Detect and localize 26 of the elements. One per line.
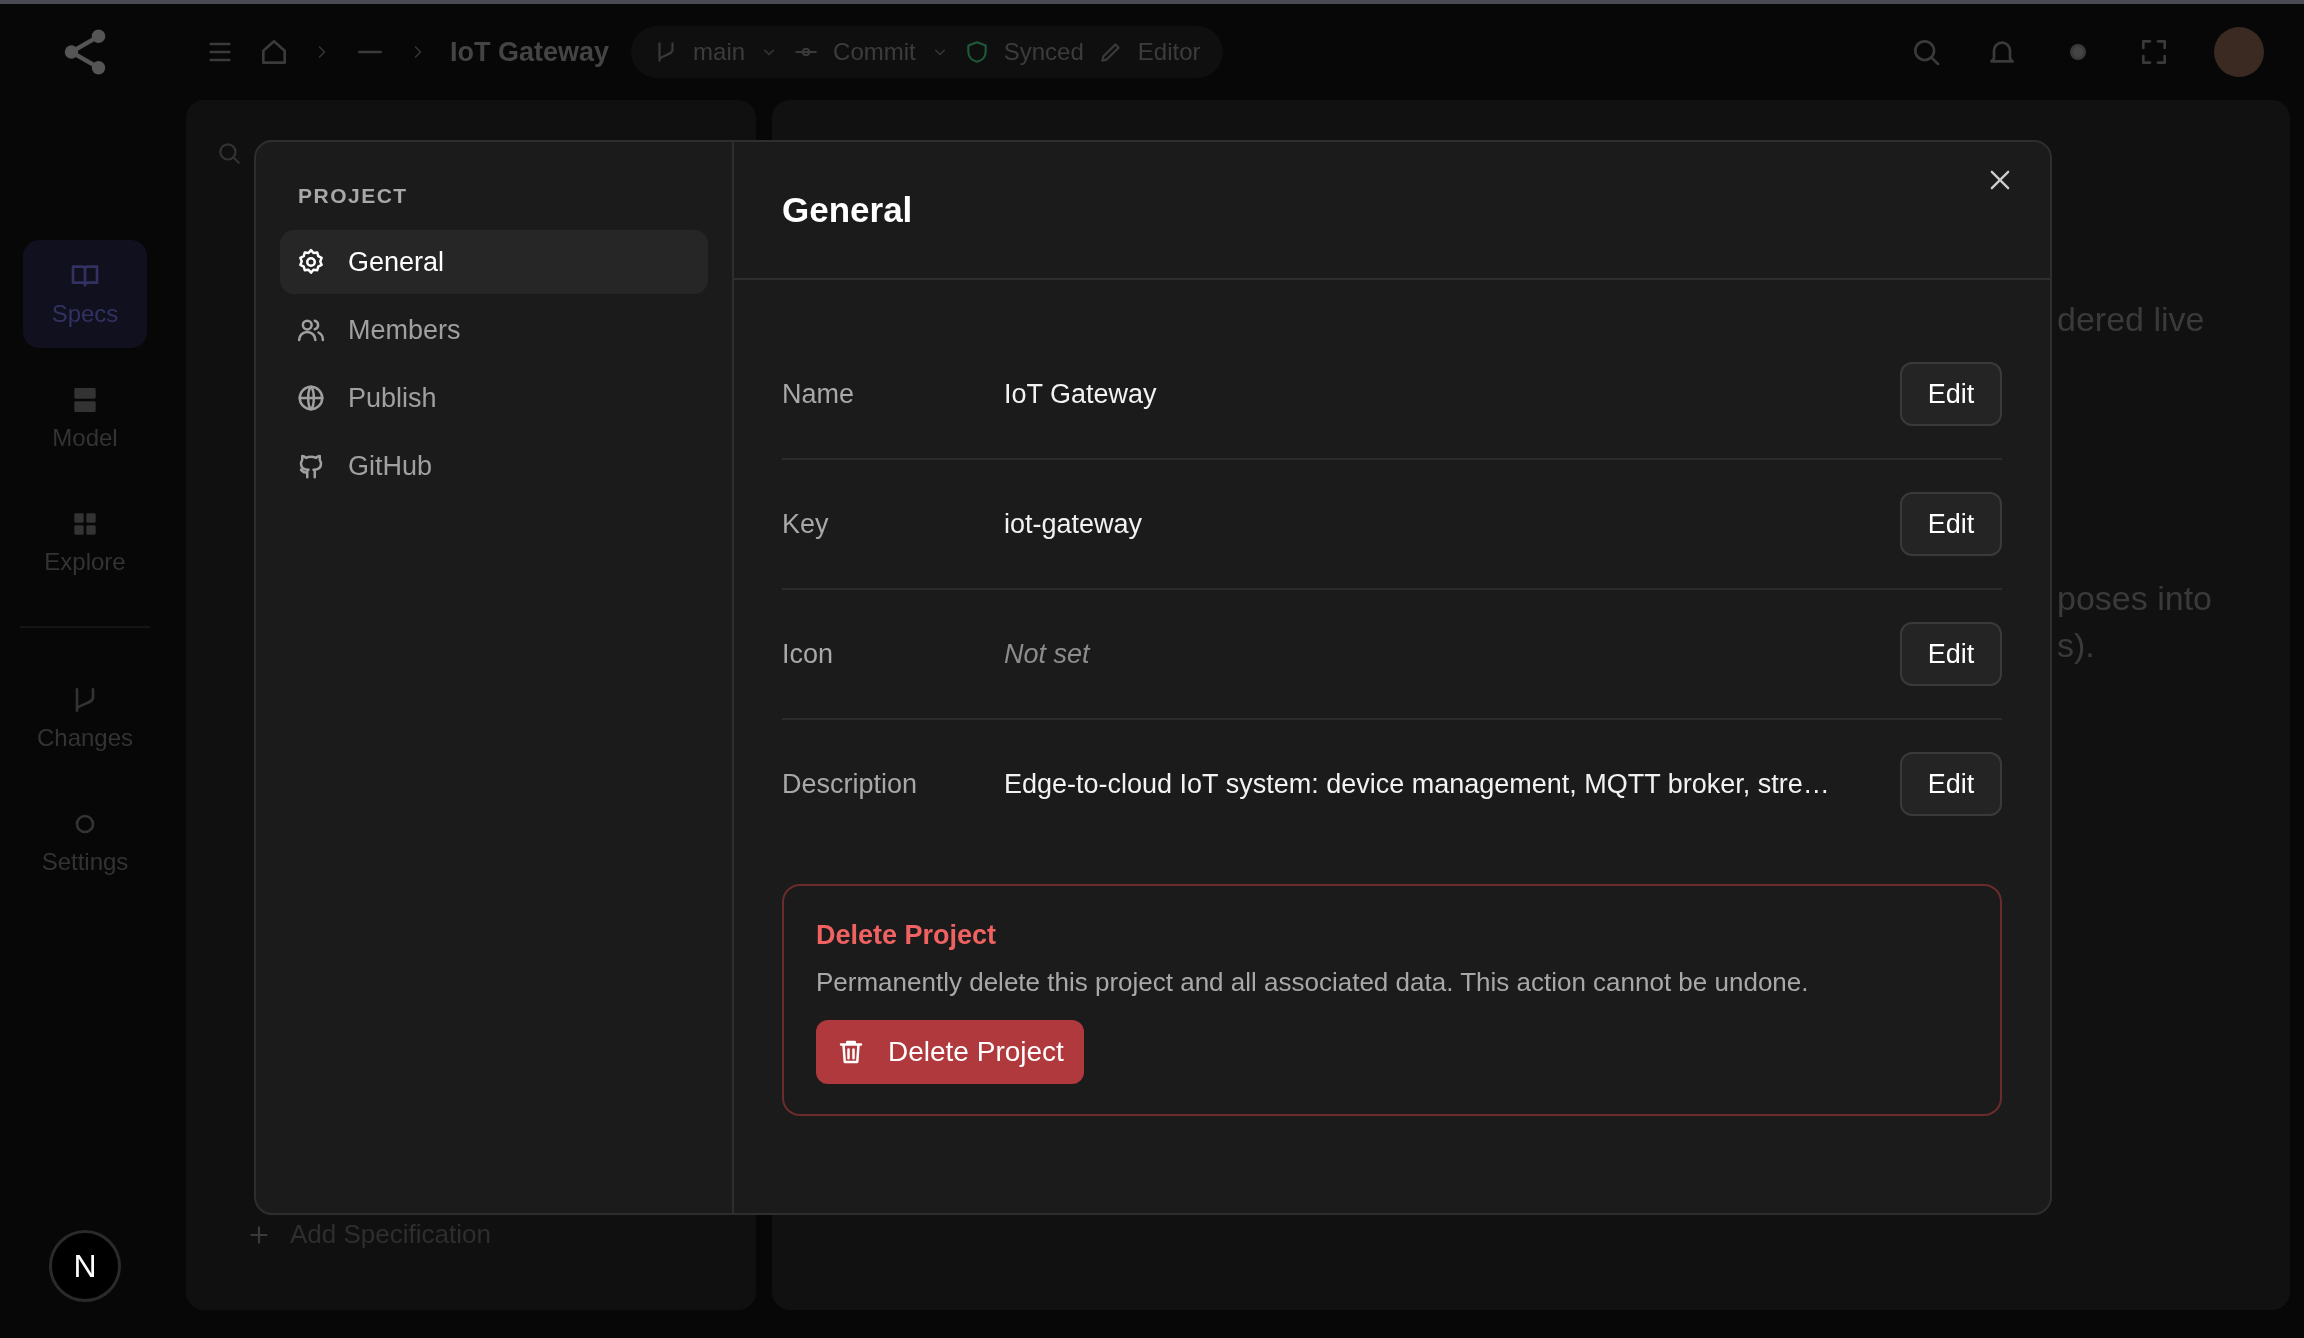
dev-badge[interactable]: N <box>49 1230 121 1302</box>
gear-icon <box>296 247 326 277</box>
field-label: Name <box>782 378 856 410</box>
section-label: PROJECT <box>297 184 409 208</box>
edit-button[interactable]: Edit <box>1900 362 2002 426</box>
field-value: IoT Gateway <box>1004 378 1158 410</box>
dialog-title: General <box>782 190 913 230</box>
field-value: Edge-to-cloud IoT system: device management, MQTT broker, stre… <box>1004 768 1831 800</box>
edit-button[interactable]: Edit <box>1900 622 2002 686</box>
field-label: Key <box>782 508 830 540</box>
globe-icon <box>296 383 326 413</box>
field-value: Not set <box>1004 638 1092 670</box>
settings-nav-item[interactable]: Members <box>280 298 708 362</box>
settings-nav-item[interactable]: GitHub <box>280 434 708 498</box>
delete-project-button[interactable]: Delete Project <box>816 1020 1084 1084</box>
field-label: Description <box>782 768 919 800</box>
user-avatar[interactable] <box>2214 27 2264 77</box>
settings-nav-item[interactable]: General <box>280 230 708 294</box>
danger-text: Permanently delete this project and all associated data. This action cannot be undone. <box>816 967 1809 998</box>
field-label: Icon <box>782 638 835 670</box>
search-icon[interactable] <box>216 140 242 166</box>
edit-button[interactable]: Edit <box>1900 752 2002 816</box>
danger-title: Delete Project <box>816 920 997 951</box>
field-value: iot-gateway <box>1004 508 1144 540</box>
settings-nav-item[interactable]: Publish <box>280 366 708 430</box>
edit-button[interactable]: Edit <box>1900 492 2002 556</box>
